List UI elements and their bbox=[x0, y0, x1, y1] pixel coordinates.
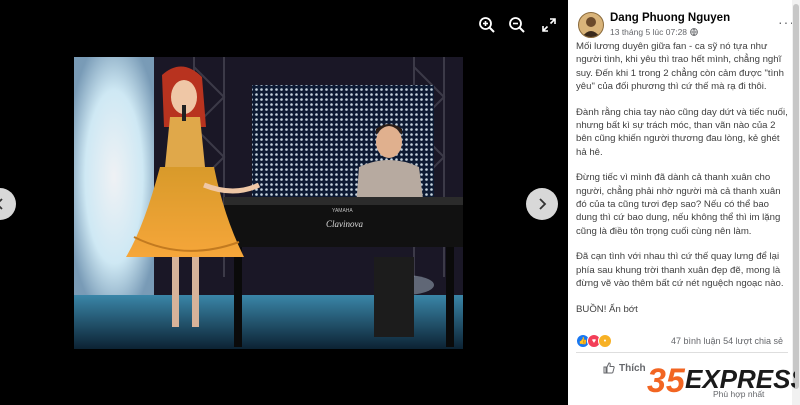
post-paragraph: BUỒN! Ẩn bớt bbox=[576, 303, 638, 315]
avatar-image bbox=[582, 17, 600, 37]
like-button[interactable]: Thích bbox=[603, 362, 646, 374]
post-panel: Dang Phuong Nguyen 13 tháng 5 lúc 07:28 … bbox=[568, 0, 800, 405]
post-paragraph: Mối lương duyên giữa fan - ca sỹ nó tựa … bbox=[576, 41, 784, 93]
post-paragraph: Đã cạn tình với nhau thì cứ thế quay lưn… bbox=[576, 251, 784, 290]
previous-photo-button[interactable] bbox=[0, 188, 16, 220]
thumbs-up-icon bbox=[603, 362, 615, 374]
chevron-left-icon bbox=[0, 198, 3, 210]
avatar[interactable] bbox=[578, 12, 604, 38]
share-count[interactable]: 54 lượt chia sẻ bbox=[723, 336, 783, 346]
zoom-out-icon bbox=[509, 17, 525, 33]
photo-viewer: YAMAHA Clavinova bbox=[0, 0, 568, 405]
sad-reaction-icon: • bbox=[598, 334, 612, 348]
author-name[interactable]: Dang Phuong Nguyen bbox=[610, 12, 730, 24]
logo-number: 35 bbox=[647, 362, 686, 400]
post-photo: YAMAHA Clavinova bbox=[74, 57, 463, 349]
zoom-in-button[interactable] bbox=[476, 14, 498, 36]
reaction-summary[interactable]: 👍 ♥ • bbox=[576, 334, 612, 348]
post-paragraph: Đành rằng chia tay nào cũng day dứt và t… bbox=[576, 106, 788, 158]
logo-text: EXPRESS bbox=[685, 364, 795, 394]
chevron-right-icon bbox=[539, 198, 547, 210]
post-meta: 13 tháng 5 lúc 07:28 bbox=[610, 27, 698, 37]
expand-icon bbox=[542, 18, 556, 32]
piano-brand: YAMAHA bbox=[332, 208, 353, 214]
scrollbar-thumb[interactable] bbox=[793, 4, 799, 389]
next-photo-button[interactable] bbox=[526, 188, 558, 220]
post-body: Mối lương duyên giữa fan - ca sỹ nó tựa … bbox=[576, 40, 788, 328]
fullscreen-button[interactable] bbox=[538, 14, 560, 36]
piano-model: Clavinova bbox=[326, 219, 363, 229]
zoom-in-icon bbox=[479, 17, 495, 33]
zoom-out-button[interactable] bbox=[506, 14, 528, 36]
globe-icon bbox=[690, 28, 698, 36]
post-paragraph: Đừng tiếc vì mình đã dành cả thanh xuân … bbox=[576, 172, 781, 237]
like-label: Thích bbox=[619, 362, 646, 374]
comment-count[interactable]: 47 bình luận bbox=[671, 336, 721, 346]
concert-photo-illustration: YAMAHA Clavinova bbox=[74, 57, 463, 349]
engagement-counts: 47 bình luận 54 lượt chia sẻ bbox=[671, 336, 783, 346]
brand-watermark-logo: 35 EXPRESS bbox=[647, 362, 795, 400]
post-timestamp[interactable]: 13 tháng 5 lúc 07:28 bbox=[610, 27, 687, 37]
scrollbar[interactable] bbox=[792, 0, 800, 405]
